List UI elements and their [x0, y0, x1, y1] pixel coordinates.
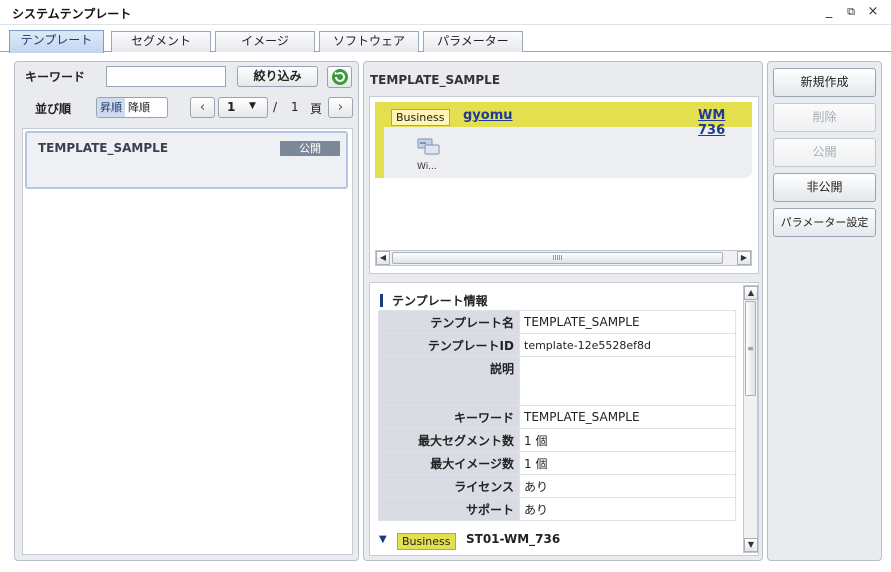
- page-current: 1: [227, 100, 236, 114]
- row-key: 最大イメージ数: [378, 451, 520, 475]
- parameter-settings-button[interactable]: パラメーター設定: [773, 208, 876, 237]
- table-row: キーワード TEMPLATE_SAMPLE: [378, 405, 736, 429]
- page-separator: /: [273, 100, 278, 114]
- unpublish-button[interactable]: 非公開: [773, 173, 876, 202]
- row-value: 1 個: [519, 428, 736, 452]
- row-key: テンプレート名: [378, 310, 520, 334]
- list-item-name: TEMPLATE_SAMPLE: [38, 141, 169, 155]
- close-icon[interactable]: ×: [865, 4, 881, 19]
- scroll-thumb[interactable]: IIIII: [392, 252, 723, 264]
- sort-label: 並び順: [35, 102, 72, 116]
- row-value: template-12e5528ef8d: [519, 333, 736, 357]
- window-titlebar: システムテンプレート _ ⧉ ×: [0, 0, 891, 25]
- keyword-label: キーワード: [25, 70, 86, 84]
- row-value: TEMPLATE_SAMPLE: [519, 310, 736, 334]
- expand-caret-icon[interactable]: ▼: [379, 534, 387, 545]
- scroll-up-icon[interactable]: ▲: [744, 286, 758, 300]
- wm-link[interactable]: WM 736: [698, 108, 752, 138]
- sort-desc-option[interactable]: 降順: [125, 98, 153, 117]
- table-row: テンプレート名 TEMPLATE_SAMPLE: [378, 310, 736, 334]
- action-panel: 新規作成 削除 公開 非公開 パラメーター設定: [767, 61, 882, 561]
- table-row: サポート あり: [378, 497, 736, 521]
- tab-software[interactable]: ソフトウェア: [319, 31, 419, 52]
- info-heading: テンプレート情報: [392, 294, 488, 308]
- segment-tag: Business: [391, 109, 450, 126]
- window-title: システムテンプレート: [12, 7, 132, 21]
- tab-parameter[interactable]: パラメーター: [423, 31, 523, 52]
- table-row: ライセンス あり: [378, 474, 736, 498]
- segment-preview: Business gyomu WM 736 Wi... ◀ IIIII ▶: [369, 96, 759, 274]
- segment-box: Business gyomu WM 736 Wi...: [375, 102, 752, 178]
- publish-button[interactable]: 公開: [773, 138, 876, 167]
- template-list: TEMPLATE_SAMPLE 公開: [22, 128, 353, 555]
- vertical-scrollbar[interactable]: ▲ ≡ ▼: [743, 285, 758, 553]
- row-value: TEMPLATE_SAMPLE: [519, 405, 736, 429]
- table-row: 最大セグメント数 1 個: [378, 428, 736, 452]
- row-key: ライセンス: [378, 474, 520, 498]
- sort-asc-option[interactable]: 昇順: [97, 98, 125, 117]
- segment-section-name[interactable]: ST01-WM_736: [466, 532, 560, 546]
- tab-bar: テンプレート セグメント イメージ ソフトウェア パラメーター: [0, 25, 891, 53]
- sort-toggle: 昇順 降順: [96, 97, 168, 118]
- minimize-icon[interactable]: _: [821, 4, 837, 19]
- table-row: テンプレートID template-12e5528ef8d: [378, 333, 736, 357]
- server-image-icon[interactable]: [417, 137, 441, 157]
- row-key: キーワード: [378, 405, 520, 429]
- keyword-input[interactable]: [106, 66, 226, 87]
- row-value: [519, 356, 736, 406]
- segment-section-tag: Business: [397, 533, 456, 550]
- row-value: 1 個: [519, 451, 736, 475]
- segment-link[interactable]: gyomu: [463, 108, 513, 123]
- scroll-thumb[interactable]: ≡: [745, 301, 756, 396]
- next-page-button[interactable]: ›: [328, 97, 353, 118]
- page-total: 1: [291, 100, 299, 114]
- scroll-down-icon[interactable]: ▼: [744, 538, 758, 552]
- prev-page-button[interactable]: ‹: [190, 97, 215, 118]
- row-value: あり: [519, 497, 736, 521]
- chevron-down-icon: ▼: [249, 101, 256, 111]
- scroll-left-icon[interactable]: ◀: [376, 251, 390, 265]
- row-key: サポート: [378, 497, 520, 521]
- page-unit: 頁: [310, 102, 323, 116]
- scroll-right-icon[interactable]: ▶: [737, 251, 751, 265]
- refresh-button[interactable]: [327, 66, 352, 88]
- status-badge: 公開: [280, 141, 340, 156]
- template-list-panel: キーワード 絞り込み 並び順 昇順 降順 ‹ 1 ▼ / 1 頁 › TEMPL…: [14, 61, 359, 561]
- image-caption: Wi...: [417, 162, 437, 172]
- tab-template[interactable]: テンプレート: [9, 30, 104, 53]
- horizontal-scrollbar[interactable]: ◀ IIIII ▶: [375, 250, 752, 266]
- row-value: あり: [519, 474, 736, 498]
- info-table: テンプレート名 TEMPLATE_SAMPLE テンプレートID template-…: [378, 310, 736, 521]
- section-marker: [380, 294, 383, 307]
- new-button[interactable]: 新規作成: [773, 68, 876, 97]
- row-key: 説明: [378, 356, 520, 406]
- list-item[interactable]: TEMPLATE_SAMPLE 公開: [25, 131, 348, 189]
- table-row: 説明: [378, 356, 736, 406]
- template-title: TEMPLATE_SAMPLE: [370, 73, 501, 87]
- page-select[interactable]: 1 ▼: [218, 97, 268, 118]
- template-detail-panel: TEMPLATE_SAMPLE Business gyomu WM 736 Wi…: [363, 61, 763, 561]
- refresh-icon: [331, 69, 348, 85]
- tab-image[interactable]: イメージ: [215, 31, 315, 52]
- template-info-section: テンプレート情報 テンプレート名 TEMPLATE_SAMPLE テンプレートID…: [369, 282, 759, 556]
- tab-segment[interactable]: セグメント: [111, 31, 211, 52]
- row-key: テンプレートID: [378, 333, 520, 357]
- restore-icon[interactable]: ⧉: [843, 5, 859, 19]
- delete-button[interactable]: 削除: [773, 103, 876, 132]
- table-row: 最大イメージ数 1 個: [378, 451, 736, 475]
- filter-button[interactable]: 絞り込み: [237, 66, 318, 87]
- row-key: 最大セグメント数: [378, 428, 520, 452]
